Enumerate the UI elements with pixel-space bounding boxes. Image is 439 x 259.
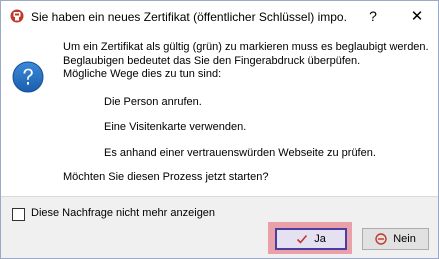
title-bar[interactable]: Sie haben ein neues Zertifikat (öffentli… bbox=[1, 1, 438, 32]
close-button[interactable]: ✕ bbox=[396, 1, 438, 32]
checkbox-label[interactable]: Diese Nachfrage nicht mehr anzeigen bbox=[31, 207, 215, 219]
window-title: Sie haben ein neues Zertifikat (öffentli… bbox=[31, 10, 347, 24]
start-process-question: Möchten Sie diesen Prozess jetzt starten… bbox=[63, 171, 269, 183]
no-entry-icon bbox=[375, 233, 387, 245]
message-text: Um ein Zertifikat als gültig (grün) zu m… bbox=[63, 41, 433, 82]
question-icon bbox=[12, 61, 44, 93]
way-item-business-card: Eine Visitenkarte verwenden. bbox=[104, 121, 247, 133]
checkmark-icon bbox=[297, 234, 308, 244]
yes-button[interactable]: Ja bbox=[275, 228, 347, 250]
way-item-website: Es anhand einer vertrauenswürden Webseit… bbox=[104, 147, 376, 159]
no-button[interactable]: Nein bbox=[362, 228, 429, 250]
no-button-label: Nein bbox=[393, 233, 416, 245]
app-logo-icon bbox=[10, 9, 24, 23]
help-button[interactable]: ? bbox=[357, 1, 389, 32]
checkbox-box[interactable] bbox=[12, 208, 25, 221]
message-line: Mögliche Wege dies zu tun sind: bbox=[63, 68, 222, 80]
message-line: Um ein Zertifikat als gültig (grün) zu m… bbox=[63, 41, 429, 53]
yes-button-label: Ja bbox=[314, 233, 326, 245]
way-item-call: Die Person anrufen. bbox=[104, 96, 202, 108]
message-line: Beglaubigen bedeutet das Sie den Fingera… bbox=[63, 54, 361, 67]
certificate-dialog: Sie haben ein neues Zertifikat (öffentli… bbox=[0, 0, 439, 259]
